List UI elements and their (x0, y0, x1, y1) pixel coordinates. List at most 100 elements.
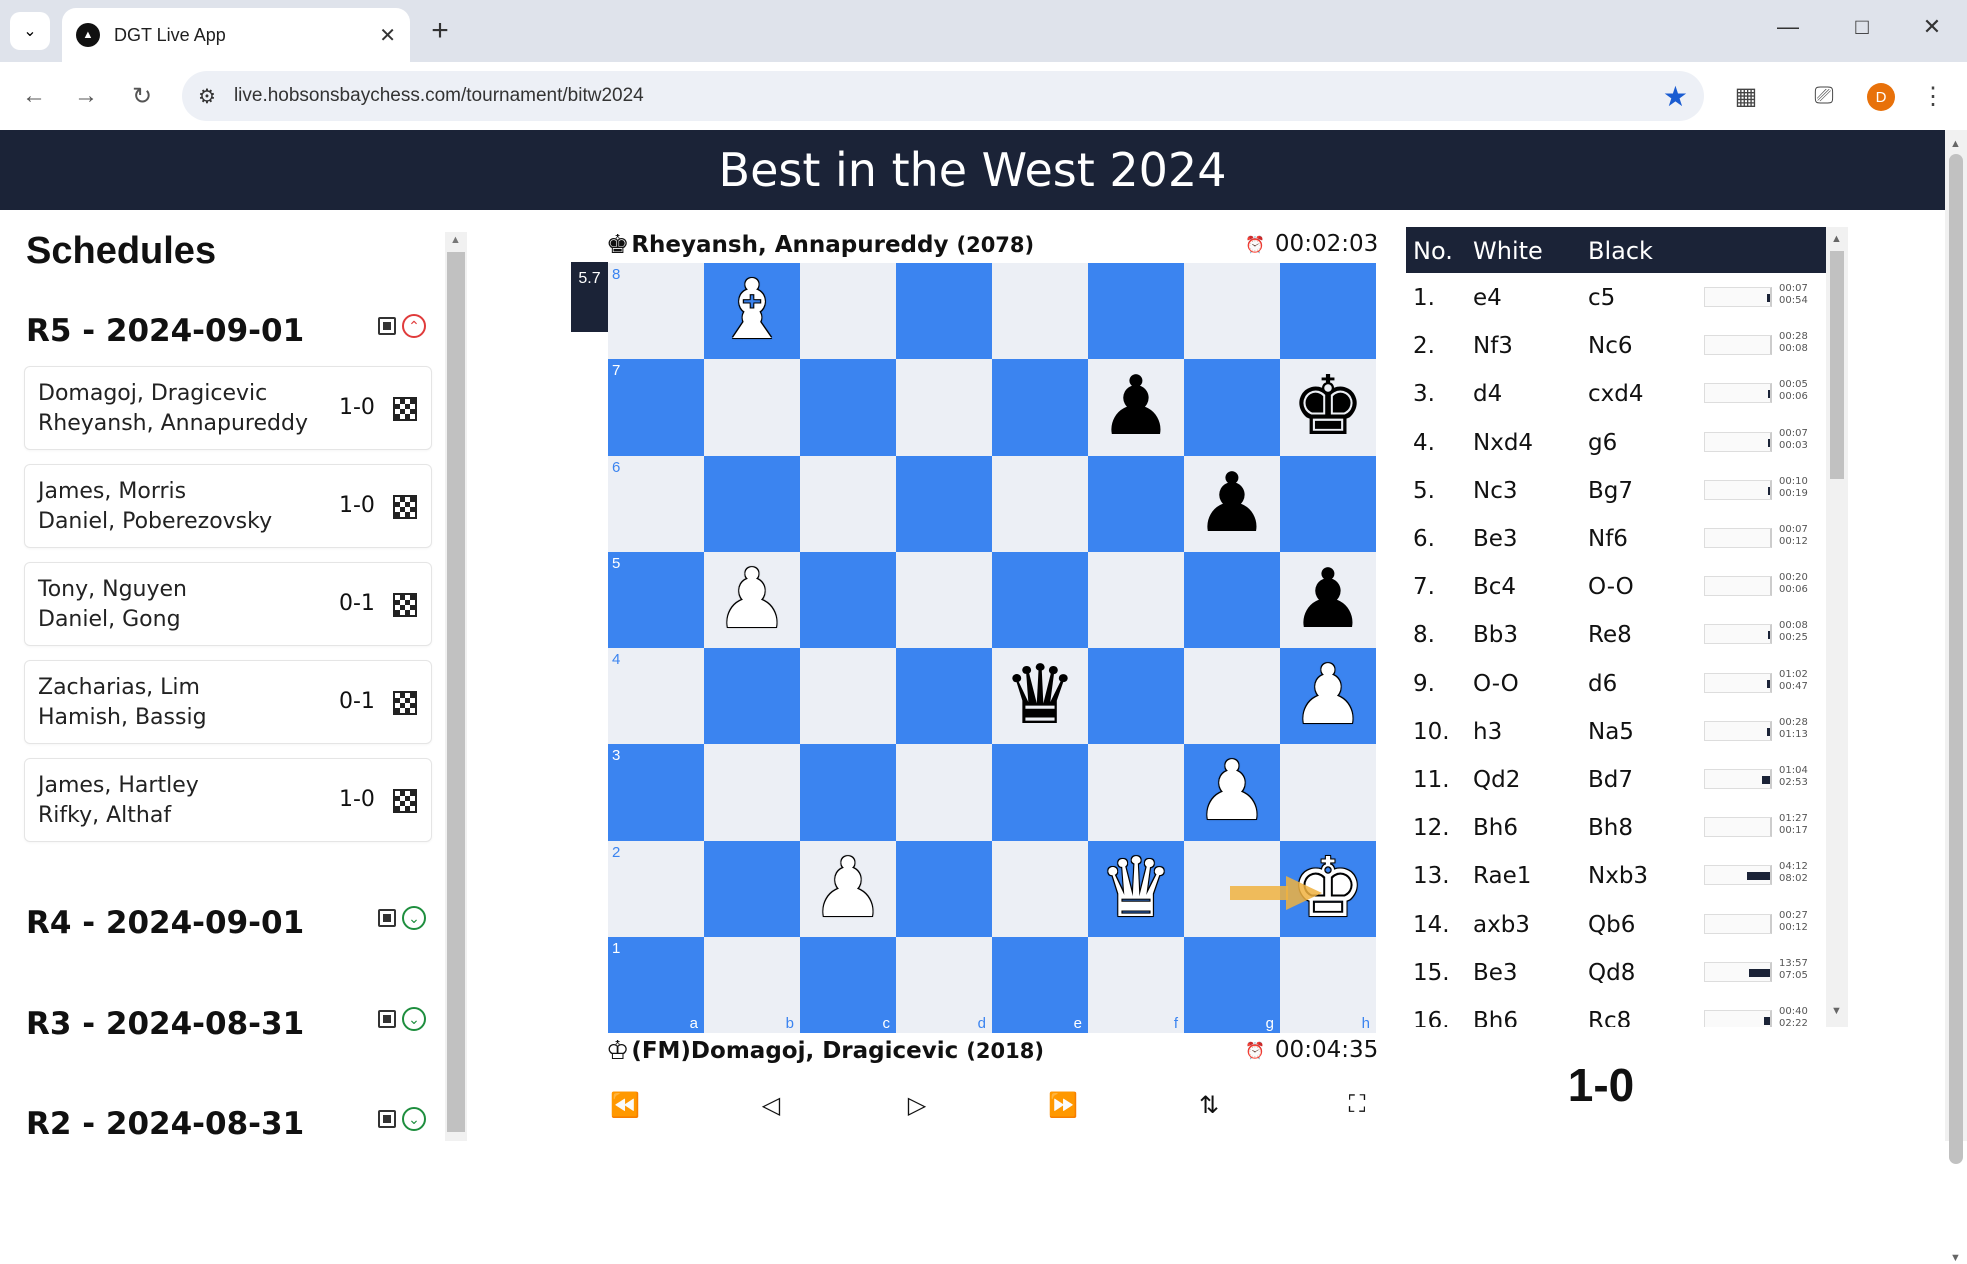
chessboard-icon[interactable] (393, 397, 417, 421)
qr-code-icon[interactable] (378, 1010, 396, 1028)
square-b3[interactable] (704, 744, 800, 841)
black-move[interactable]: c5 (1588, 285, 1615, 311)
next-move-button[interactable]: ▷ (898, 1088, 936, 1122)
scroll-down-arrow-icon[interactable]: ▼ (1950, 1252, 1961, 1264)
sidebar-scroll-thumb[interactable] (447, 252, 465, 1132)
move-row[interactable]: 9. O-O d6 01:02 00:47 (1406, 659, 1826, 707)
sidebar-scrollbar[interactable]: ▲ (445, 232, 467, 1141)
previous-move-button[interactable]: ◁ (752, 1088, 790, 1122)
square-h4[interactable]: ♟ (1280, 648, 1376, 745)
square-f8[interactable] (1088, 263, 1184, 360)
move-row[interactable]: 16. Bh6 Rc8 00:40 02:22 (1406, 996, 1826, 1027)
game-card[interactable]: Zacharias, Lim Hamish, Bassig 0-1 (24, 660, 432, 744)
square-g4[interactable] (1184, 648, 1280, 745)
qr-code-icon[interactable] (378, 317, 396, 335)
white-pawn-icon[interactable]: ♟ (1195, 751, 1269, 833)
square-g3[interactable]: ♟ (1184, 744, 1280, 841)
move-row[interactable]: 11. Qd2 Bd7 01:04 02:53 (1406, 755, 1826, 803)
white-queen-icon[interactable]: ♛ (1099, 847, 1173, 930)
black-move[interactable]: Rc8 (1588, 1008, 1631, 1027)
square-a2[interactable]: 2 (608, 840, 704, 937)
white-move[interactable]: axb3 (1473, 912, 1530, 938)
minimize-button[interactable]: — (1768, 14, 1808, 40)
square-h6[interactable] (1280, 455, 1376, 552)
black-pawn-icon[interactable]: ♟ (1291, 558, 1365, 641)
black-move[interactable]: Bd7 (1588, 767, 1633, 793)
last-move-button[interactable]: ⏩ (1044, 1088, 1082, 1122)
address-bar[interactable]: ⚙ live.hobsonsbaychess.com/tournament/bi… (182, 71, 1704, 121)
new-tab-button[interactable]: + (422, 14, 458, 48)
move-row[interactable]: 7. Bc4 O-O 00:20 00:06 (1406, 562, 1826, 610)
forward-button[interactable]: → (66, 76, 106, 116)
black-move[interactable]: Nxb3 (1588, 863, 1648, 889)
black-pawn-icon[interactable]: ♟ (1099, 366, 1173, 448)
black-move[interactable]: Qb6 (1588, 912, 1635, 938)
chessboard-icon[interactable] (393, 691, 417, 715)
square-c8[interactable] (800, 263, 896, 360)
game-card[interactable]: James, Hartley Rifky, Althaf 1-0 (24, 758, 432, 842)
white-move[interactable]: d4 (1473, 381, 1502, 407)
flip-board-button[interactable]: ⇅ (1190, 1088, 1228, 1122)
square-e7[interactable] (992, 359, 1088, 456)
square-e6[interactable] (992, 455, 1088, 552)
square-e5[interactable] (992, 551, 1088, 648)
round-heading-r4[interactable]: R4 - 2024-09-01 (26, 905, 304, 941)
square-f4[interactable] (1088, 648, 1184, 745)
square-a7[interactable]: 7 (608, 359, 704, 456)
move-row[interactable]: 1. e4 c5 00:07 00:54 (1406, 273, 1826, 321)
qr-code-icon[interactable] (378, 1110, 396, 1128)
square-d8[interactable] (896, 263, 992, 360)
move-row[interactable]: 15. Be3 Qd8 13:57 07:05 (1406, 948, 1826, 996)
black-move[interactable]: Nf6 (1588, 526, 1628, 552)
square-e8[interactable] (992, 263, 1088, 360)
square-b8[interactable]: ♝ (704, 263, 800, 360)
square-c3[interactable] (800, 744, 896, 841)
square-c1[interactable]: c (800, 936, 896, 1033)
square-a6[interactable]: 6 (608, 455, 704, 552)
square-d4[interactable] (896, 648, 992, 745)
move-row[interactable]: 10. h3 Na5 00:28 01:13 (1406, 707, 1826, 755)
black-move[interactable]: Qd8 (1588, 960, 1635, 986)
chevron-down-icon[interactable]: ⌄ (402, 1107, 426, 1131)
white-pawn-icon[interactable]: ♟ (1291, 655, 1365, 737)
url-text[interactable]: live.hobsonsbaychess.com/tournament/bitw… (234, 85, 1663, 107)
square-c4[interactable] (800, 648, 896, 745)
square-c6[interactable] (800, 455, 896, 552)
scroll-up-arrow-icon[interactable]: ▲ (450, 234, 461, 246)
scroll-down-arrow-icon[interactable]: ▼ (1831, 1005, 1842, 1017)
bookmark-star-icon[interactable]: ★ (1663, 80, 1688, 113)
square-a5[interactable]: 5 (608, 551, 704, 648)
chessboard-icon[interactable] (393, 789, 417, 813)
square-a1[interactable]: 1a (608, 936, 704, 1033)
game-card[interactable]: Domagoj, Dragicevic Rheyansh, Annapuredd… (24, 366, 432, 450)
chevron-down-icon[interactable]: ⌄ (402, 1007, 426, 1031)
square-d5[interactable] (896, 551, 992, 648)
square-e3[interactable] (992, 744, 1088, 841)
page-scrollbar[interactable]: ▲ ▼ (1945, 130, 1967, 1264)
black-move[interactable]: d6 (1588, 671, 1617, 697)
close-tab-icon[interactable]: ✕ (379, 23, 396, 48)
white-move[interactable]: Bc4 (1473, 574, 1516, 600)
square-e2[interactable] (992, 840, 1088, 937)
square-f2[interactable]: ♛ (1088, 840, 1184, 937)
move-row[interactable]: 6. Be3 Nf6 00:07 00:12 (1406, 514, 1826, 562)
square-f3[interactable] (1088, 744, 1184, 841)
white-move[interactable]: Nf3 (1473, 333, 1513, 359)
square-e4[interactable]: ♛ (992, 648, 1088, 745)
first-move-button[interactable]: ⏪ (606, 1088, 644, 1122)
square-d1[interactable]: d (896, 936, 992, 1033)
square-b6[interactable] (704, 455, 800, 552)
fullscreen-button[interactable]: ⛶ (1338, 1088, 1376, 1122)
square-d3[interactable] (896, 744, 992, 841)
black-king-icon[interactable]: ♚ (1291, 366, 1365, 448)
square-g8[interactable] (1184, 263, 1280, 360)
square-f5[interactable] (1088, 551, 1184, 648)
tab-search-button[interactable]: ⌄ (10, 12, 50, 50)
move-list-scrollbar[interactable]: ▲ ▼ (1826, 227, 1848, 1027)
white-pawn-icon[interactable]: ♟ (715, 558, 789, 641)
square-b7[interactable] (704, 359, 800, 456)
square-g6[interactable]: ♟ (1184, 455, 1280, 552)
move-row[interactable]: 12. Bh6 Bh8 01:27 00:17 (1406, 803, 1826, 851)
square-h5[interactable]: ♟ (1280, 551, 1376, 648)
move-row[interactable]: 8. Bb3 Re8 00:08 00:25 (1406, 610, 1826, 658)
